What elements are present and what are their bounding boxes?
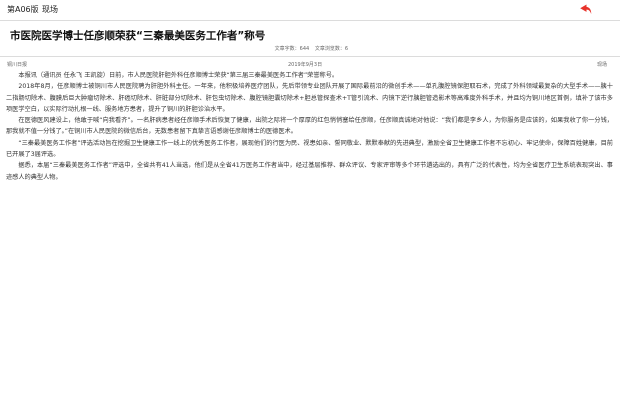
paragraph: 本报讯（通讯员 任永飞 王凯旋）日前，市人民医院肝胆外科任彦顺博士荣获“第三届三… bbox=[18, 72, 339, 79]
paragraph: 据悉，本届“三秦最美医务工作者”评选中，全省共有41人当选，他们是从全省41万医… bbox=[6, 162, 613, 181]
article-title: 市医院医学博士任彦顺荣获“三秦最美医务工作者”称号 bbox=[10, 30, 266, 42]
section-name[interactable]: 现场 bbox=[42, 4, 58, 15]
paragraph: “三秦最美医务工作者”评选活动旨在挖掘卫生健康工作一线上的优秀医务工作者，展现他… bbox=[6, 139, 613, 159]
section-code[interactable]: 第A06版 bbox=[7, 4, 39, 15]
paragraph: 2018年8月，任彦顺博士被铜川市人民医院聘为肝胆外科主任。一年来，他积极培养医… bbox=[6, 83, 613, 113]
article-source: 铜川日报 bbox=[7, 62, 28, 68]
back-arrow-icon[interactable] bbox=[577, 1, 593, 17]
article-column: 现场 bbox=[596, 62, 607, 68]
paragraph: 在医德医风建设上，他敢于喊“向我看齐”。一名肝病患者经任彦顺手术后恢复了健康，出… bbox=[6, 117, 613, 136]
view-count: 文章浏览数：6 bbox=[314, 46, 348, 52]
word-count: 文章字数：644 bbox=[274, 46, 310, 52]
article-body: 本报讯（通讯员 任永飞 王凯旋）日前，市人民医院肝胆外科任彦顺博士荣获“第三届三… bbox=[6, 70, 613, 183]
divider bbox=[0, 56, 620, 57]
article-meta: 文章字数：644 文章浏览数：6 bbox=[271, 45, 348, 52]
top-bar: 第A06版 现场 bbox=[0, 0, 620, 21]
article-date: 2019年9月3日 bbox=[288, 62, 323, 68]
